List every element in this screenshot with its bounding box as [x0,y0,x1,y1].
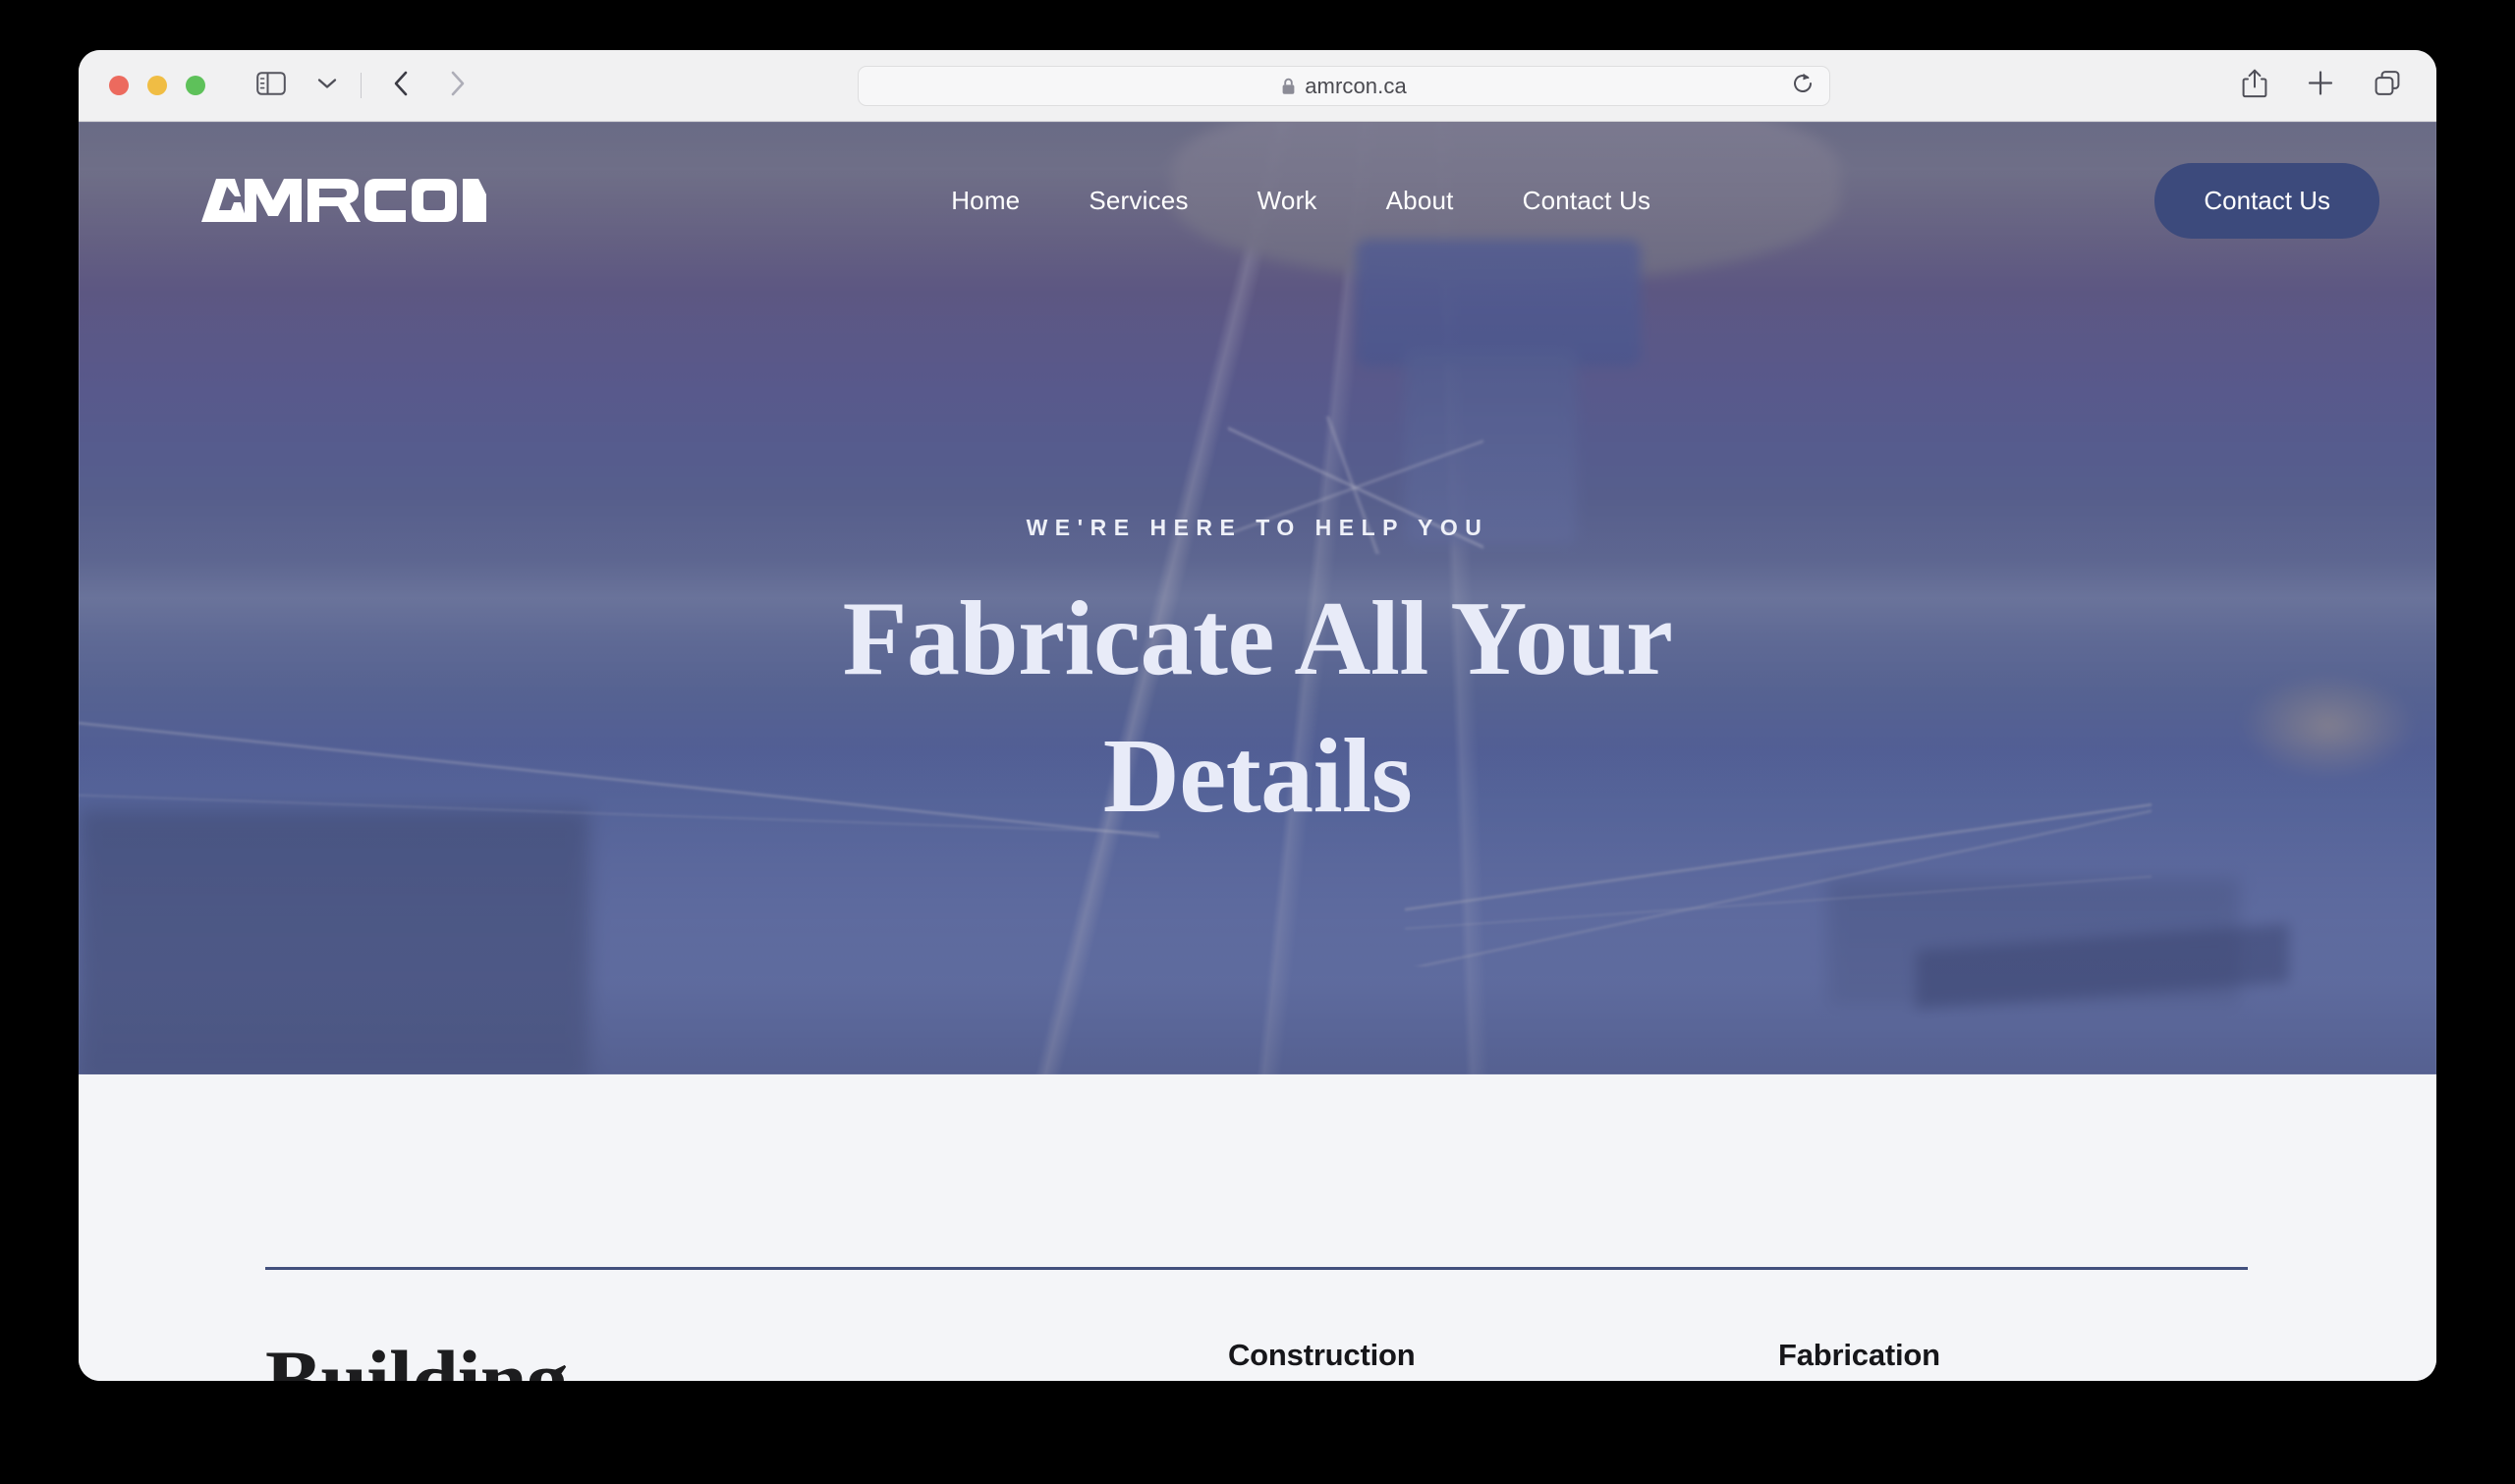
lock-icon [1281,78,1296,95]
header-contact-us-button[interactable]: Contact Us [2154,162,2379,239]
site-header: Home Services Work About Contact Us Cont… [79,122,2436,279]
close-window-button[interactable] [109,76,129,95]
sidebar-icon [256,71,286,100]
minimize-window-button[interactable] [147,76,167,95]
back-button[interactable] [385,67,417,105]
tab-overview-button[interactable] [2374,70,2401,102]
section-heading: Building [265,1333,569,1381]
browser-toolbar: amrcon.ca [79,50,2436,122]
services-section: Building Construction Our construction d… [79,1074,2436,1381]
services-grid: Building Construction Our construction d… [265,1338,2248,1381]
address-bar-content: amrcon.ca [1281,74,1407,99]
new-tab-button[interactable] [2307,70,2334,102]
hero-section: Home Services Work About Contact Us Cont… [79,122,2436,1074]
hero-title-line-1: Fabricate All Your [842,580,1673,697]
services-heading-column: Building [265,1338,1228,1381]
reload-button[interactable] [1790,72,1816,100]
chevron-left-icon [393,71,409,101]
toolbar-right-actions [2242,69,2401,103]
tab-overview-icon [2374,70,2401,102]
plus-icon [2307,70,2334,102]
address-bar[interactable]: amrcon.ca [858,66,1830,106]
service-card-title: Construction [1228,1338,1416,1372]
hero-eyebrow: WE'RE HERE TO HELP YOU [1026,515,1489,540]
nav-item-home[interactable]: Home [951,186,1020,216]
desktop-backdrop: amrcon.ca Home Services Work About Conta… [0,0,2515,1484]
amrcon-logo-mark [201,179,486,222]
nav-item-contact-us[interactable]: Contact Us [1523,186,1651,216]
nav-item-about[interactable]: About [1386,186,1454,216]
window-traffic-lights [109,76,205,95]
reload-icon [1791,72,1815,100]
service-card-fabrication: Fabrication Our construction division st… [1778,1338,2328,1381]
share-button[interactable] [2242,69,2267,103]
chevron-right-icon [450,71,466,101]
nav-item-work[interactable]: Work [1258,186,1317,216]
hero-title-line-2: Details [1102,718,1413,836]
hero-title: Fabricate All Your Details [79,571,2436,847]
main-navigation: Home Services Work About Contact Us [447,186,2154,216]
safari-browser-window: amrcon.ca Home Services Work About Conta… [79,50,2436,1381]
share-icon [2242,69,2267,103]
service-card-title: Fabrication [1778,1338,1940,1372]
hero-copy: WE'RE HERE TO HELP YOU Fabricate All You… [79,515,2436,847]
forward-button[interactable] [442,67,474,105]
service-card-construction: Construction Our construction division s… [1228,1338,1778,1381]
nav-item-services[interactable]: Services [1089,186,1188,216]
page-viewport: Home Services Work About Contact Us Cont… [79,122,2436,1381]
chevron-down-icon [317,77,337,94]
amrcon-logo[interactable] [201,177,486,224]
address-bar-url: amrcon.ca [1305,73,1407,98]
zoom-window-button[interactable] [186,76,205,95]
sidebar-toggle-button[interactable] [256,71,286,100]
toolbar-divider [361,73,362,98]
section-divider-rule [265,1267,2248,1270]
sidebar-options-button[interactable] [311,73,343,98]
